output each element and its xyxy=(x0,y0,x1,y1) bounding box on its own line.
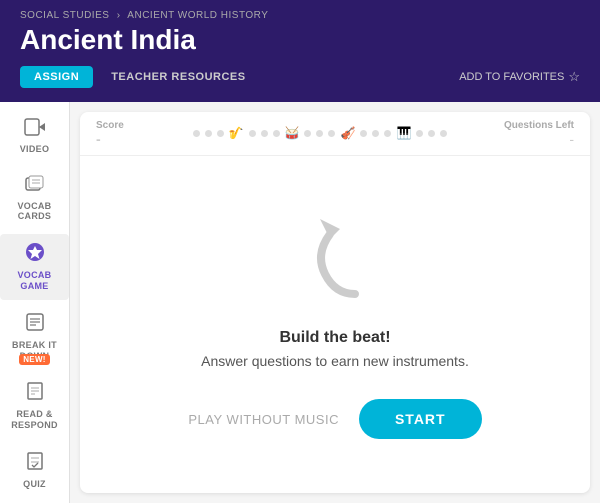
dot-4 xyxy=(249,130,256,137)
questions-left-value: - xyxy=(569,131,574,147)
dot-13 xyxy=(416,130,423,137)
dot-6 xyxy=(273,130,280,137)
sidebar-quiz-label: QUIZ xyxy=(23,479,46,490)
breadcrumb-ancient-world: ANCIENT WORLD HISTORY xyxy=(127,10,268,21)
tab-group: ASSIGN TEACHER RESOURCES xyxy=(20,66,256,88)
questions-left-label: Questions Left xyxy=(504,120,574,131)
sidebar-item-video[interactable]: VIDEO xyxy=(0,110,69,163)
tab-teacher-resources[interactable]: TEACHER RESOURCES xyxy=(101,66,255,88)
dot-3 xyxy=(217,130,224,137)
sidebar-item-break-it-down[interactable]: BREAK IT DOWN NEW! xyxy=(0,304,69,370)
game-content: Build the beat! Answer questions to earn… xyxy=(80,156,590,493)
drum-icon: 🥁 xyxy=(285,126,300,140)
game-card: Score - 🎷 🥁 🎻 xyxy=(80,112,590,493)
breadcrumb-social-studies: SOCIAL STUDIES xyxy=(20,10,109,21)
action-buttons: PLAY WITHOUT MUSIC START xyxy=(188,399,481,439)
dot-11 xyxy=(372,130,379,137)
sidebar-item-quiz[interactable]: QUIZ xyxy=(0,443,69,498)
vocab-cards-icon xyxy=(25,175,45,198)
main-layout: VIDEO VOCAB CARDS VOCAB GAME xyxy=(0,102,600,503)
dot-7 xyxy=(304,130,311,137)
dot-9 xyxy=(328,130,335,137)
score-dots: 🎷 🥁 🎻 🎹 xyxy=(136,126,504,140)
dot-8 xyxy=(316,130,323,137)
breadcrumb-separator: › xyxy=(117,10,121,21)
read-respond-icon xyxy=(25,381,45,406)
sidebar-vocab-cards-label: VOCAB CARDS xyxy=(4,201,65,223)
video-icon xyxy=(24,118,46,141)
music-icon-1: 🎷 xyxy=(229,126,244,140)
page-title: Ancient India xyxy=(20,25,580,56)
sidebar-video-label: VIDEO xyxy=(20,144,50,155)
content-area: Score - 🎷 🥁 🎻 xyxy=(70,102,600,503)
dot-10 xyxy=(360,130,367,137)
score-value: - xyxy=(96,131,101,147)
answer-questions-subheading: Answer questions to earn new instruments… xyxy=(201,353,469,369)
dot-5 xyxy=(261,130,268,137)
build-beat-heading: Build the beat! xyxy=(279,329,390,347)
dot-2 xyxy=(205,130,212,137)
piano-icon: 🎹 xyxy=(396,126,411,140)
play-without-music-button[interactable]: PLAY WITHOUT MUSIC xyxy=(188,412,339,427)
sidebar-item-vocab-cards[interactable]: VOCAB CARDS xyxy=(0,167,69,231)
arrow-graphic xyxy=(275,209,395,309)
dot-14 xyxy=(428,130,435,137)
star-icon: ☆ xyxy=(568,69,580,85)
start-button[interactable]: START xyxy=(359,399,482,439)
sidebar-vocab-game-label: VOCAB GAME xyxy=(4,270,65,292)
break-it-down-icon xyxy=(25,312,45,337)
sidebar-item-vocab-game[interactable]: VOCAB GAME xyxy=(0,234,69,300)
music-icon-2: 🎻 xyxy=(340,126,355,140)
breadcrumb: SOCIAL STUDIES › ANCIENT WORLD HISTORY xyxy=(20,10,580,21)
new-badge: NEW! xyxy=(19,354,50,365)
header-tabs: ASSIGN TEACHER RESOURCES ADD TO FAVORITE… xyxy=(20,66,580,88)
vocab-game-icon xyxy=(25,242,45,267)
sidebar: VIDEO VOCAB CARDS VOCAB GAME xyxy=(0,102,70,503)
add-favorites-label: ADD TO FAVORITES xyxy=(459,71,564,83)
score-label: Score xyxy=(96,120,124,131)
dot-1 xyxy=(193,130,200,137)
add-to-favorites-button[interactable]: ADD TO FAVORITES ☆ xyxy=(459,69,580,85)
tab-assign[interactable]: ASSIGN xyxy=(20,66,93,88)
sidebar-read-respond-label: READ & RESPOND xyxy=(4,409,65,431)
quiz-icon xyxy=(25,451,45,476)
header: SOCIAL STUDIES › ANCIENT WORLD HISTORY A… xyxy=(0,0,600,102)
dot-12 xyxy=(384,130,391,137)
score-bar: Score - 🎷 🥁 🎻 xyxy=(80,112,590,156)
sidebar-item-read-respond[interactable]: READ & RESPOND xyxy=(0,373,69,439)
dot-15 xyxy=(440,130,447,137)
